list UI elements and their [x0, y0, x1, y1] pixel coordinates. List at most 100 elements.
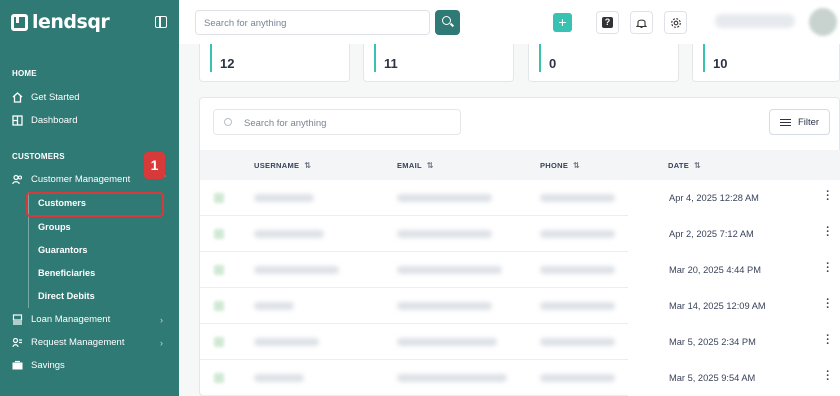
table-row[interactable]: Mar 20, 2025 4:44 PM · · · [200, 252, 840, 288]
stat-value: 10 [713, 56, 728, 71]
column-header-phone[interactable]: PHONE ⇅ [540, 161, 580, 170]
email-cell-blurred [397, 230, 492, 238]
stat-card: 10 [692, 44, 840, 82]
column-label: USERNAME [254, 161, 300, 170]
table-row[interactable]: Mar 5, 2025 2:34 PM · · · [200, 324, 840, 360]
avatar[interactable] [809, 8, 837, 36]
customers-table-panel: Search for anything Filter USERNAME ⇅ EMA… [199, 97, 840, 396]
table-search-placeholder: Search for anything [244, 118, 327, 129]
email-cell-blurred [397, 302, 492, 310]
stat-value: 0 [549, 56, 557, 71]
column-header-email[interactable]: EMAIL ⇅ [397, 161, 434, 170]
sliders-icon [779, 118, 791, 127]
global-search-button[interactable] [435, 10, 460, 35]
section-title-customers: CUSTOMERS [12, 152, 65, 161]
username-cell-blurred [254, 194, 314, 202]
username-cell-blurred [254, 374, 304, 382]
search-icon [442, 16, 451, 25]
status-indicator [214, 337, 224, 347]
column-label: DATE [668, 161, 690, 170]
sidebar-subitem-groups[interactable]: Groups [38, 222, 71, 232]
status-indicator [214, 301, 224, 311]
sidebar-item-request-management[interactable]: Request Management [12, 334, 124, 350]
username-cell-blurred [254, 302, 294, 310]
sidebar-item-label: Loan Management [31, 313, 111, 325]
sidebar-item-label: Request Management [31, 336, 125, 348]
sort-icon[interactable]: ⇅ [304, 161, 311, 170]
status-indicator [214, 265, 224, 275]
stat-card: 0 [528, 44, 679, 82]
more-options-icon[interactable]: · · · [826, 331, 830, 350]
status-indicator [214, 373, 224, 383]
stat-accent-bar [539, 44, 541, 72]
table-search-input[interactable]: Search for anything [213, 109, 461, 135]
help-button[interactable]: ? [596, 11, 619, 34]
status-indicator [214, 193, 224, 203]
phone-cell-blurred [540, 230, 615, 238]
filter-label: Filter [797, 116, 820, 128]
sidebar-subitem-guarantors[interactable]: Guarantors [38, 245, 88, 255]
settings-button[interactable] [664, 11, 687, 34]
sidebar-item-get-started[interactable]: Get Started [12, 89, 80, 105]
sidebar-item-customer-management[interactable]: Customer Management [12, 171, 130, 187]
sidebar-item-label: Get Started [31, 91, 80, 103]
column-header-username[interactable]: USERNAME ⇅ [254, 161, 311, 170]
more-options-icon[interactable]: · · · [826, 223, 830, 242]
sidebar-item-dashboard[interactable]: Dashboard [12, 112, 77, 128]
status-indicator [214, 229, 224, 239]
dashboard-icon [12, 114, 23, 126]
username-cell-blurred [254, 266, 339, 274]
phone-cell-blurred [540, 302, 615, 310]
date-cell: Apr 4, 2025 12:28 AM [628, 180, 840, 216]
sort-icon[interactable]: ⇅ [573, 161, 580, 170]
sidebar-subitem-direct-debits[interactable]: Direct Debits [38, 291, 95, 301]
date-cell: Mar 14, 2025 12:09 AM [628, 288, 840, 324]
sort-icon[interactable]: ⇅ [427, 161, 434, 170]
section-title-home: HOME [12, 69, 37, 78]
email-cell-blurred [397, 338, 497, 346]
sidebar-item-label: Savings [31, 359, 65, 371]
logo-text: lendsqr [32, 11, 110, 33]
stat-accent-bar [374, 44, 376, 72]
table-header: USERNAME ⇅ EMAIL ⇅ PHONE ⇅ DATE ⇅ [200, 150, 840, 180]
date-cell: Mar 5, 2025 9:54 AM [628, 360, 840, 396]
more-options-icon[interactable]: · · · [826, 259, 830, 278]
sidebar-subitem-beneficiaries[interactable]: Beneficiaries [38, 268, 95, 278]
stat-value: 12 [220, 56, 235, 71]
sidebar-item-savings[interactable]: Savings [12, 357, 65, 373]
lendsqr-logo[interactable]: lendsqr [11, 11, 110, 33]
sidebar-collapse-icon[interactable] [155, 16, 167, 28]
bell-icon [635, 19, 648, 29]
users-icon [12, 174, 23, 185]
more-options-icon[interactable]: · · · [826, 367, 830, 386]
username-cell-blurred [254, 230, 324, 238]
table-row[interactable]: Mar 5, 2025 9:54 AM · · · [200, 360, 840, 396]
filter-button[interactable]: Filter [769, 109, 830, 135]
user-name-blurred[interactable] [715, 14, 795, 28]
stat-card: 11 [363, 44, 514, 82]
add-button[interactable]: + [553, 13, 572, 32]
step-badge: 1 [144, 152, 165, 179]
table-row[interactable]: Mar 14, 2025 12:09 AM · · · [200, 288, 840, 324]
notifications-button[interactable] [630, 11, 653, 34]
email-cell-blurred [397, 194, 492, 202]
table-row[interactable]: Apr 4, 2025 12:28 AM · · · [200, 180, 840, 216]
stat-accent-bar [703, 44, 705, 72]
phone-cell-blurred [540, 338, 615, 346]
search-icon [224, 118, 232, 126]
more-options-icon[interactable]: · · · [826, 295, 830, 314]
chevron-right-icon: › [160, 338, 163, 348]
sort-icon[interactable]: ⇅ [694, 161, 701, 170]
sidebar-item-label: Customer Management [31, 173, 131, 185]
date-cell: Apr 2, 2025 7:12 AM [628, 216, 840, 252]
column-header-date[interactable]: DATE ⇅ [668, 161, 701, 170]
sidebar-item-loan-management[interactable]: Loan Management [12, 311, 110, 327]
more-options-icon[interactable]: · · · [826, 187, 830, 206]
loan-icon [12, 313, 23, 325]
request-icon [12, 337, 23, 348]
username-cell-blurred [254, 338, 319, 346]
email-cell-blurred [397, 374, 507, 382]
table-row[interactable]: Apr 2, 2025 7:12 AM · · · [200, 216, 840, 252]
global-search-input[interactable]: Search for anything [195, 10, 430, 35]
sidebar: lendsqr HOME Get Started Dashboard CUSTO… [0, 0, 179, 396]
